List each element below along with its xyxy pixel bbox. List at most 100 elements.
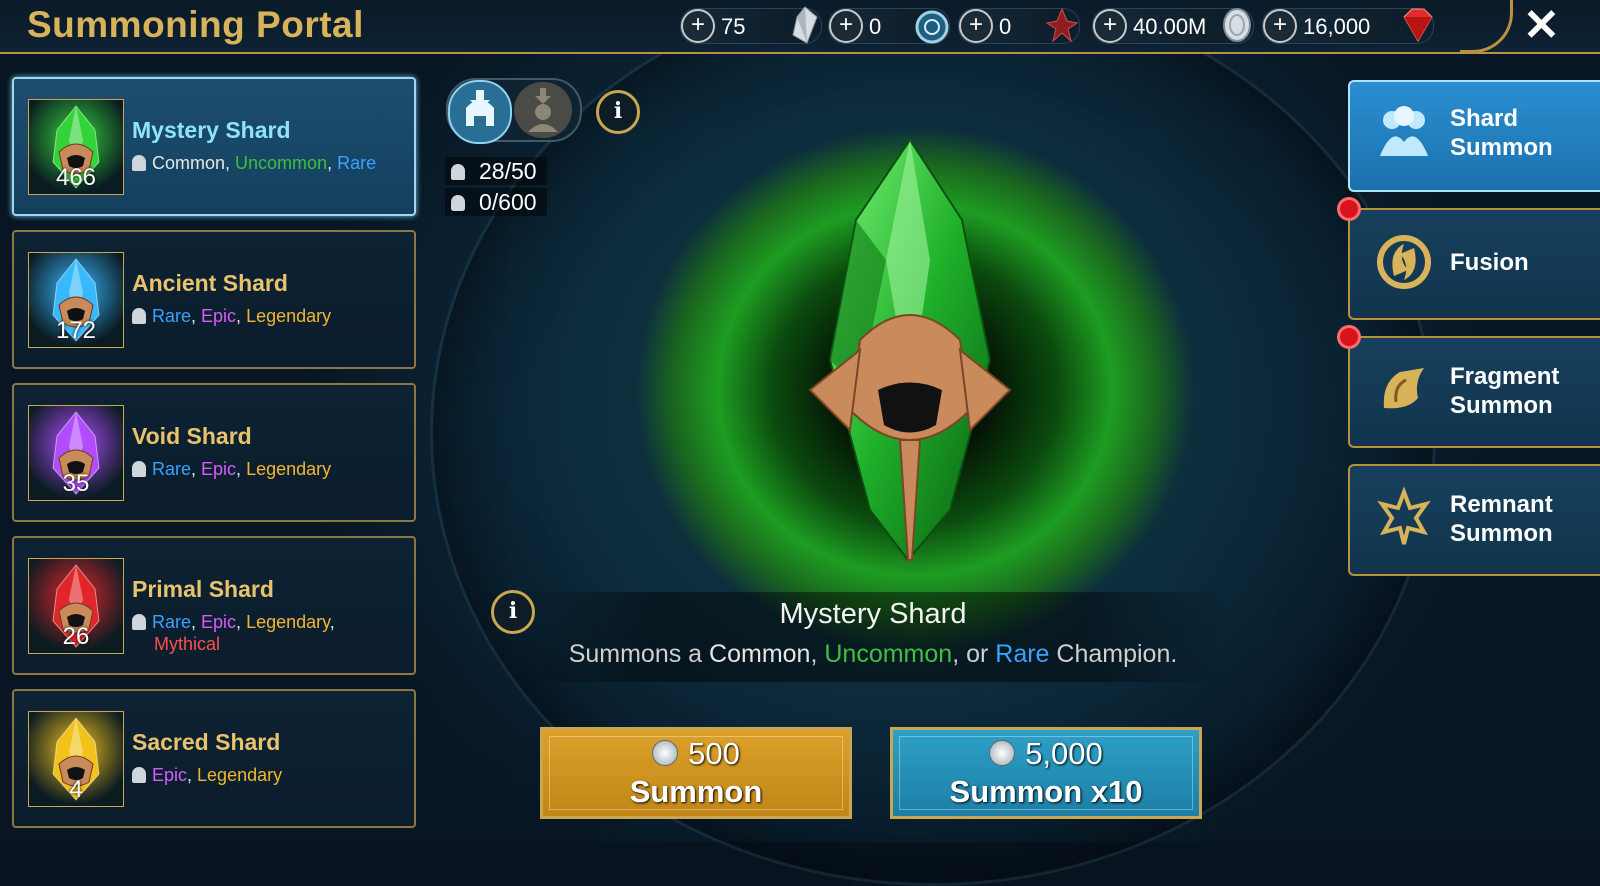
helmet-icon: [132, 155, 146, 171]
shard-card-mystery-shard[interactable]: 466 Mystery Shard Common, Uncommon, Rare: [12, 77, 416, 216]
shard-name: Mystery Shard: [132, 117, 291, 143]
mystery-shard-artwork: [808, 140, 1012, 562]
silver-coin-icon: [989, 740, 1016, 766]
resource-energy: + 75: [680, 6, 822, 44]
tab-fragment-summon[interactable]: Fragment Summon: [1348, 336, 1600, 448]
shard-title: Mystery Shard: [779, 598, 967, 630]
helmet-icon: [132, 767, 146, 783]
remnant-summon-icon: [1377, 486, 1431, 545]
mode-info-button[interactable]: i: [596, 90, 640, 134]
tab-remnant-summon-line1: Remnant: [1450, 491, 1553, 518]
top-bar: Summoning Portal + 75 + 0 + 0 + 40.00M +: [0, 0, 1600, 54]
rarity-label: Epic: [152, 765, 188, 785]
energy-value: 75: [721, 14, 746, 39]
key-icon: [1045, 7, 1079, 43]
shard-rarities: Rare, Epic, Legendary: [132, 305, 331, 327]
rarity-label: Uncommon: [235, 153, 328, 173]
silver-coin-icon: [1223, 8, 1251, 42]
rarity-label: Legendary: [246, 459, 332, 479]
rarity-label: Legendary: [246, 306, 332, 326]
silver-coin-icon: [652, 740, 679, 766]
desc-common: Common: [709, 640, 811, 668]
rarity-label: Legendary: [197, 765, 283, 785]
hero-slots-counter: 0/600: [445, 188, 547, 216]
helmet-icon: [132, 308, 146, 324]
shard-count: 466: [55, 164, 97, 191]
tab-remnant-summon-label: Remnant Summon: [1450, 490, 1553, 548]
arena-token-icon: [915, 10, 949, 44]
tab-shard-summon[interactable]: Shard Summon: [1348, 80, 1600, 192]
tab-shard-summon-line1: Shard: [1450, 105, 1519, 132]
fusion-notification-dot: [1337, 197, 1361, 221]
shard-card-void-shard[interactable]: 35 Void Shard Rare, Epic, Legendary: [12, 383, 416, 522]
keys-value: 0: [999, 14, 1012, 39]
close-button[interactable]: ✕: [1523, 0, 1560, 51]
shard-thumbnail: 35: [28, 405, 124, 501]
gem-icon: [1403, 8, 1433, 42]
shard-name: Void Shard: [132, 423, 252, 449]
silver-value: 40.00M: [1133, 14, 1207, 39]
rarity-label: Rare: [337, 153, 377, 173]
shard-count: 4: [69, 776, 83, 803]
rarity-label: Rare: [152, 306, 192, 326]
desc-sep2: , or: [952, 640, 996, 668]
add-gems-button[interactable]: +: [1263, 9, 1297, 43]
desc-sep1: ,: [810, 640, 825, 668]
summon-x10-label: Summon x10: [949, 774, 1143, 809]
champion-slots-value: 28/50: [479, 158, 537, 184]
resource-gems: + 16,000: [1262, 8, 1434, 44]
shard-thumbnail: 4: [28, 711, 124, 807]
summon-button[interactable]: 500 Summon: [540, 727, 852, 819]
summon-label: Summon: [629, 774, 763, 809]
champion-mode-button[interactable]: [448, 80, 512, 144]
arena-tokens-value: 0: [869, 14, 882, 39]
person-arrow-icon: [528, 88, 558, 132]
add-energy-button[interactable]: +: [681, 9, 715, 43]
add-keys-button[interactable]: +: [959, 9, 993, 43]
add-silver-button[interactable]: +: [1093, 9, 1127, 43]
tab-shard-summon-line2: Summon: [1450, 134, 1553, 161]
shard-name: Sacred Shard: [132, 729, 281, 755]
shard-name: Ancient Shard: [132, 270, 288, 296]
tab-fragment-summon-label: Fragment Summon: [1450, 362, 1559, 420]
champion-slots-counter: 28/50: [445, 157, 547, 185]
hero-slots-value: 0/600: [479, 189, 537, 215]
fusion-icon: [1377, 235, 1431, 289]
resource-arena-tokens: + 0: [828, 8, 950, 44]
rarity-label: Common: [152, 153, 226, 173]
shard-card-sacred-shard[interactable]: 4 Sacred Shard Epic, Legendary: [12, 689, 416, 828]
tab-fragment-summon-line1: Fragment: [1450, 363, 1560, 390]
gems-value: 16,000: [1303, 14, 1371, 39]
shard-card-ancient-shard[interactable]: 172 Ancient Shard Rare, Epic, Legendary: [12, 230, 416, 369]
helmet-icon: [451, 164, 465, 180]
add-arena-tokens-button[interactable]: +: [829, 9, 863, 43]
summon-x10-button[interactable]: 5,000 Summon x10: [890, 727, 1202, 819]
fragment-summon-icon: [1383, 368, 1424, 409]
summon-mode-toggle[interactable]: [446, 78, 582, 144]
tab-shard-summon-label: Shard Summon: [1450, 104, 1553, 162]
summon-x10-cost: 5,000: [893, 736, 1199, 772]
helmet-icon: [132, 461, 146, 477]
shard-rarities: Rare, Epic, Legendary: [132, 458, 331, 480]
helmet-arrow-icon: [466, 90, 494, 126]
summon-x10-cost-value: 5,000: [1025, 736, 1103, 771]
tab-fusion-label: Fusion: [1450, 249, 1529, 276]
person-icon: [451, 195, 465, 211]
rarity-label: Epic: [201, 459, 237, 479]
fragment-notification-dot: [1337, 325, 1361, 349]
summon-cost-value: 500: [688, 736, 740, 771]
tab-fusion[interactable]: Fusion: [1348, 208, 1600, 320]
resource-silver: + 40.00M: [1092, 8, 1254, 44]
tab-fragment-summon-line2: Summon: [1450, 392, 1553, 419]
shard-count: 172: [55, 317, 97, 344]
desc-rare: Rare: [995, 640, 1050, 668]
corner-ornament: [1460, 0, 1513, 53]
desc-prefix: Summons a: [568, 640, 710, 668]
shard-count: 35: [62, 470, 90, 497]
shard-summon-icon: [1380, 106, 1428, 156]
tab-remnant-summon[interactable]: Remnant Summon: [1348, 464, 1600, 576]
resource-keys: + 0: [958, 7, 1080, 44]
shard-description: Summons a Common, Uncommon, or Rare Cham…: [0, 640, 1600, 669]
shard-rarities: Epic, Legendary: [132, 764, 282, 786]
hero-mode-button[interactable]: [514, 82, 572, 138]
